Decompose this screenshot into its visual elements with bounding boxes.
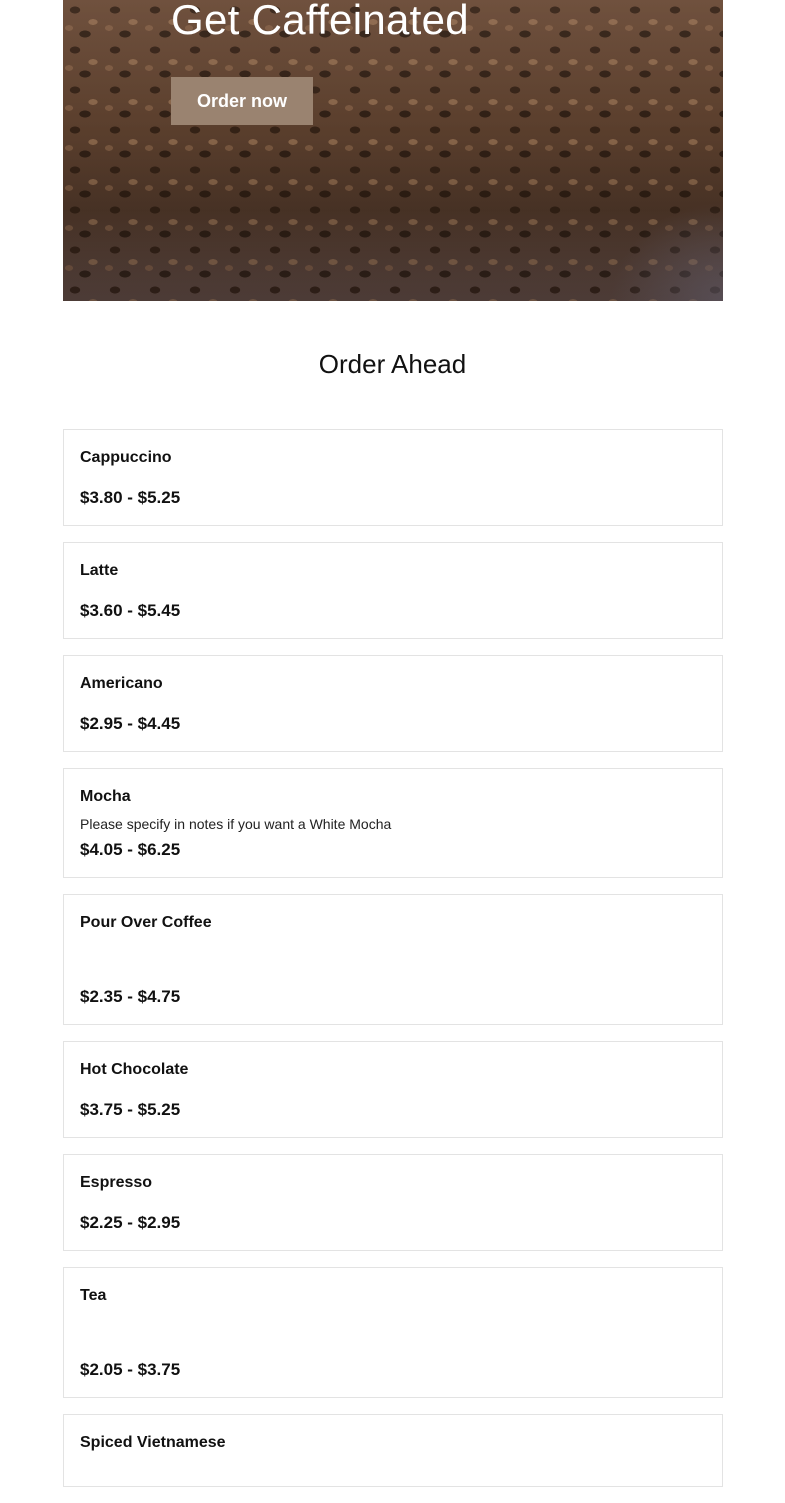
item-name: Pour Over Coffee: [80, 914, 212, 931]
menu-item-tea[interactable]: Tea $2.05 - $3.75: [63, 1267, 723, 1398]
item-name: Latte: [80, 562, 119, 579]
item-price: $2.25 - $2.95: [80, 1213, 181, 1232]
item-name: Espresso: [80, 1174, 153, 1191]
item-name: Cappuccino: [80, 449, 172, 466]
hero-title: Get Caffeinated: [171, 0, 469, 43]
menu-item-americano[interactable]: Americano $2.95 - $4.45: [63, 655, 723, 752]
item-price: $3.75 - $5.25: [80, 1100, 181, 1119]
menu-item-cappuccino[interactable]: Cappuccino $3.80 - $5.25: [63, 429, 723, 526]
item-price: $2.95 - $4.45: [80, 714, 181, 733]
menu-list: Cappuccino $3.80 - $5.25 Latte $3.60 - $…: [63, 429, 723, 1503]
item-name: Tea: [80, 1287, 107, 1304]
menu-item-pour-over-coffee[interactable]: Pour Over Coffee $2.35 - $4.75: [63, 894, 723, 1025]
hero-banner: Get Caffeinated Order now: [63, 0, 723, 301]
menu-item-hot-chocolate[interactable]: Hot Chocolate $3.75 - $5.25: [63, 1041, 723, 1138]
menu-item-spiced-vietnamese[interactable]: Spiced Vietnamese: [63, 1414, 723, 1487]
item-price: $2.35 - $4.75: [80, 987, 181, 1006]
item-price: $4.05 - $6.25: [80, 840, 181, 859]
item-price: $3.80 - $5.25: [80, 488, 181, 507]
item-name: Americano: [80, 675, 163, 692]
item-price: $3.60 - $5.45: [80, 601, 181, 620]
item-name: Mocha: [80, 788, 131, 805]
menu-item-mocha[interactable]: Mocha Please specify in notes if you wan…: [63, 768, 723, 878]
item-name: Hot Chocolate: [80, 1061, 189, 1078]
section-title: Order Ahead: [318, 349, 467, 379]
item-name: Spiced Vietnamese: [80, 1434, 226, 1451]
item-description: Please specify in notes if you want a Wh…: [80, 816, 392, 832]
item-price: $2.05 - $3.75: [80, 1360, 181, 1379]
order-now-button[interactable]: Order now: [171, 77, 313, 125]
menu-item-latte[interactable]: Latte $3.60 - $5.45: [63, 542, 723, 639]
menu-item-espresso[interactable]: Espresso $2.25 - $2.95: [63, 1154, 723, 1251]
